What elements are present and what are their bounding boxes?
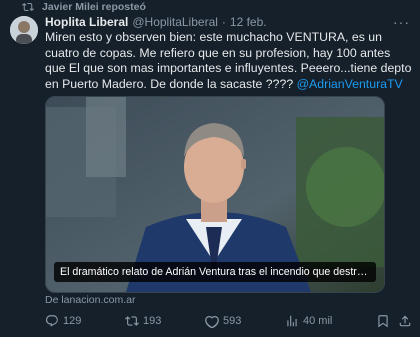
link-source[interactable]: De lanacion.com.ar xyxy=(45,294,135,306)
reply-button[interactable]: 129 xyxy=(45,314,81,328)
secondary-actions xyxy=(376,314,412,328)
bookmark-button[interactable] xyxy=(376,314,390,328)
avatar-image xyxy=(10,16,38,44)
repost-indicator[interactable]: Javier Milei reposteó xyxy=(22,0,146,14)
more-options-icon[interactable]: ··· xyxy=(393,14,410,30)
views-count: 40 mil xyxy=(303,315,333,327)
avatar[interactable] xyxy=(10,16,38,44)
reply-count: 129 xyxy=(63,315,82,327)
share-icon xyxy=(399,315,411,327)
views-button[interactable]: 40 mil xyxy=(285,314,332,328)
repost-label: Javier Milei reposteó xyxy=(42,1,146,13)
action-bar: 129 193 593 40 mil xyxy=(45,313,412,329)
like-button[interactable]: 593 xyxy=(205,314,241,328)
post-text: Miren esto y observen bien: este muchach… xyxy=(45,30,413,92)
post-header: Hoplita Liberal @HoplitaLiberal · 12 feb… xyxy=(45,15,412,29)
author-handle[interactable]: @HoplitaLiberal xyxy=(132,15,218,29)
like-count: 593 xyxy=(223,315,242,327)
separator-dot: · xyxy=(221,15,226,29)
author-name[interactable]: Hoplita Liberal xyxy=(45,15,128,29)
repost-button[interactable]: 193 xyxy=(125,314,161,328)
link-card-title: El dramático relato de Adrián Ventura tr… xyxy=(54,262,376,282)
repost-icon xyxy=(22,2,34,12)
bookmark-icon xyxy=(378,315,388,328)
repost-count: 193 xyxy=(143,315,162,327)
share-button[interactable] xyxy=(398,314,412,328)
reply-icon xyxy=(45,315,58,327)
repost-icon xyxy=(125,316,139,326)
link-card[interactable]: El dramático relato de Adrián Ventura tr… xyxy=(45,96,385,293)
views-icon xyxy=(287,315,297,327)
heart-icon xyxy=(205,316,219,328)
post-date[interactable]: 12 feb. xyxy=(230,15,267,29)
mention-link[interactable]: @AdrianVenturaTV xyxy=(297,77,403,91)
